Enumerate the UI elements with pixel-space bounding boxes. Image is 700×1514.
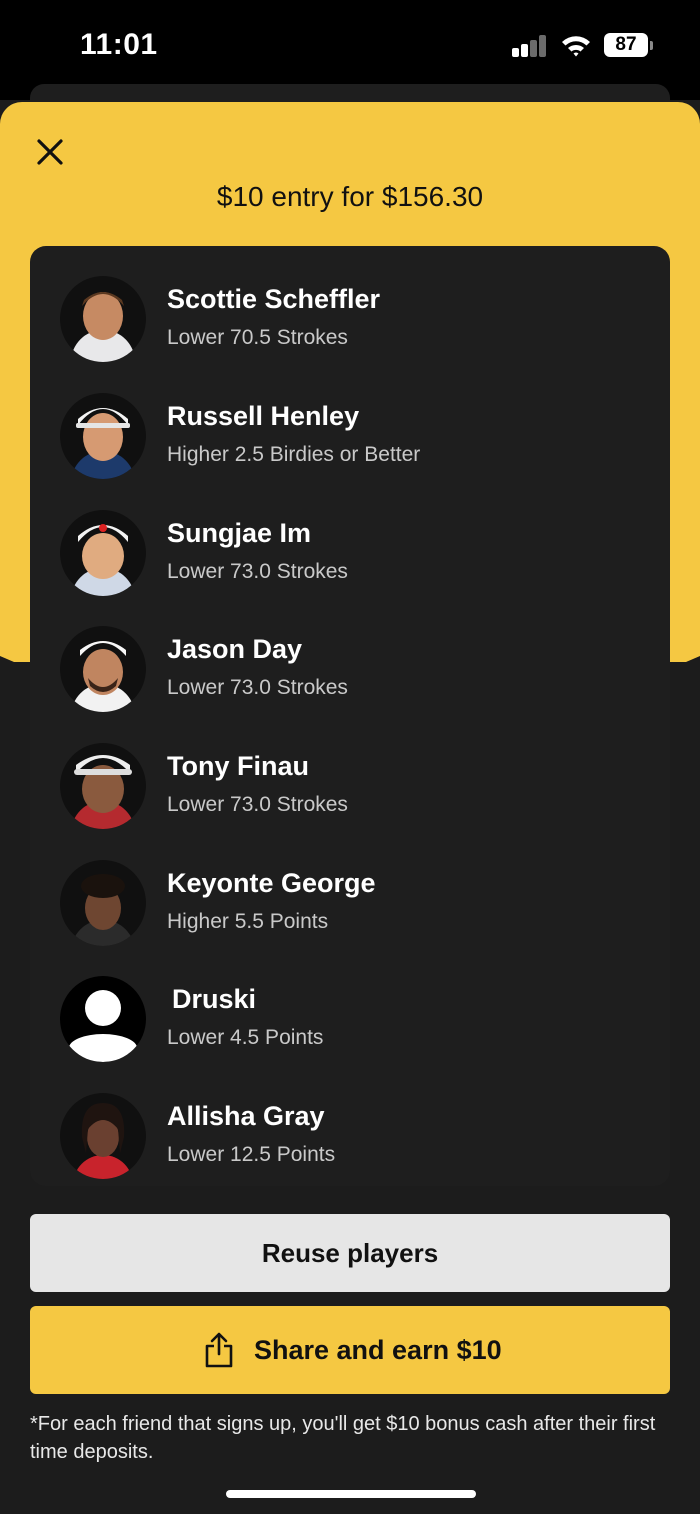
player-name: Tony Finau: [167, 751, 309, 781]
pick-line: Lower 73.0 Strokes: [167, 676, 348, 699]
pick-row: Keyonte George Higher 5.5 Points: [30, 860, 670, 956]
share-button-label: Share and earn $10: [254, 1335, 502, 1365]
share-icon: [205, 1332, 233, 1368]
pick-row: Sungjae Im Lower 73.0 Strokes: [30, 510, 670, 606]
pick-line: Lower 73.0 Strokes: [167, 560, 348, 583]
pick-line: Higher 2.5 Birdies or Better: [167, 443, 421, 466]
player-photo-icon: [60, 860, 146, 946]
player-name: Keyonte George: [167, 868, 376, 898]
pick-row: Tony Finau Lower 73.0 Strokes: [30, 743, 670, 839]
pick-line: Higher 5.5 Points: [167, 910, 329, 933]
home-indicator[interactable]: [226, 1490, 476, 1498]
pick-line: Lower 12.5 Points: [167, 1143, 336, 1166]
pick-row: Druski Lower 4.5 Points: [30, 976, 670, 1072]
reuse-players-button[interactable]: Reuse players: [30, 1214, 670, 1292]
player-name: Allisha Gray: [167, 1101, 325, 1131]
player-name: Russell Henley: [167, 401, 360, 431]
placeholder-person-icon: [60, 976, 146, 1062]
entry-share-screen: 11:01 87 $10 entry for $156.30 Scottie S…: [0, 0, 700, 1514]
pick-line: Lower 4.5 Points: [167, 1026, 324, 1049]
player-photo-icon: [60, 626, 146, 712]
pick-line: Lower 70.5 Strokes: [167, 326, 348, 349]
pick-row: Scottie Scheffler Lower 70.5 Strokes: [30, 276, 670, 372]
referral-footnote: *For each friend that signs up, you'll g…: [30, 1413, 656, 1463]
close-icon[interactable]: [34, 136, 66, 168]
share-and-earn-button[interactable]: Share and earn $10: [30, 1306, 670, 1394]
pick-row: Jason Day Lower 73.0 Strokes: [30, 626, 670, 722]
status-time: 11:01: [80, 28, 158, 61]
player-photo-icon: [60, 393, 146, 479]
player-photo-icon: [60, 276, 146, 362]
battery-icon: 87: [604, 33, 648, 57]
player-name: Jason Day: [167, 634, 303, 664]
battery-nub: [650, 41, 653, 50]
player-photo-icon: [60, 743, 146, 829]
wifi-icon: [562, 36, 590, 57]
pick-row: Allisha Gray Lower 12.5 Points: [30, 1093, 670, 1186]
entry-title: $10 entry for $156.30: [216, 181, 484, 212]
player-name: Druski: [172, 984, 257, 1014]
pick-line: Lower 73.0 Strokes: [167, 793, 348, 816]
picks-list: Scottie Scheffler Lower 70.5 Strokes Rus…: [30, 246, 670, 1186]
player-name: Sungjae Im: [167, 518, 312, 548]
player-photo-icon: [60, 1093, 146, 1179]
player-photo-icon: [60, 510, 146, 596]
cellular-signal-icon: [512, 35, 548, 57]
pick-row: Russell Henley Higher 2.5 Birdies or Bet…: [30, 393, 670, 489]
player-name: Scottie Scheffler: [167, 284, 381, 314]
